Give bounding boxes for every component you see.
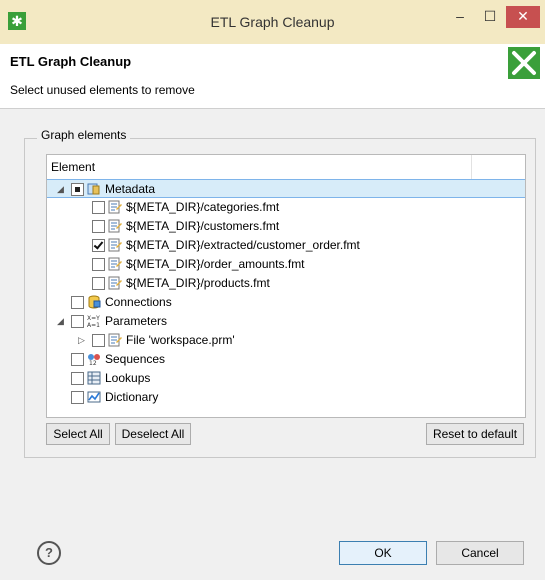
fmt-file-icon [108,276,122,290]
tree-row-metadata[interactable]: ◢ Metadata [47,179,525,198]
tree-label: Sequences [105,352,166,366]
svg-text:A=1: A=1 [87,322,100,328]
select-all-button[interactable]: Select All [46,423,110,445]
minimize-button[interactable]: – [446,6,474,28]
cloverdx-logo [508,47,540,79]
reset-to-default-button[interactable]: Reset to default [426,423,524,445]
file-checkbox[interactable] [92,239,105,252]
tree-label: Lookups [105,371,151,385]
file-checkbox[interactable] [92,277,105,290]
fmt-file-icon [108,257,122,271]
tree-label: ${META_DIR}/customers.fmt [126,219,280,233]
tree-label: ${META_DIR}/extracted/customer_order.fmt [126,238,360,252]
tree-row-lookups[interactable]: Lookups [47,369,525,388]
connections-checkbox[interactable] [71,296,84,309]
collapse-arrow-icon[interactable]: ◢ [57,316,67,326]
tree-label: Metadata [105,182,156,196]
svg-text:12: 12 [89,360,97,366]
fmt-file-icon [108,200,122,214]
parameters-checkbox[interactable] [71,315,84,328]
tree-row-sequences[interactable]: 12 Sequences [47,350,525,369]
file-checkbox[interactable] [92,220,105,233]
prm-file-icon [108,333,122,347]
dialog-subtitle: Select unused elements to remove [10,83,195,97]
file-checkbox[interactable] [92,334,105,347]
tree-row-metadata-file[interactable]: ${META_DIR}/order_amounts.fmt [47,255,525,274]
tree-row-metadata-file[interactable]: ${META_DIR}/extracted/customer_order.fmt [47,236,525,255]
tree-label: Dictionary [105,390,159,404]
tree-row-metadata-file[interactable]: ${META_DIR}/products.fmt [47,274,525,293]
sequences-icon: 12 [88,354,100,366]
column-header[interactable]: Element [47,155,525,180]
collapse-arrow-icon[interactable]: ◢ [57,184,67,194]
fmt-file-icon [108,219,122,233]
tree-row-parameters[interactable]: ◢ X=Y A=1 Parameters [47,312,525,331]
title-bar: ✱ ETL Graph Cleanup – ☐ ✕ [0,0,545,45]
tree-row-connections[interactable]: Connections [47,293,525,312]
tree-row-dictionary[interactable]: Dictionary [47,388,525,407]
metadata-icon [87,183,100,195]
dictionary-icon [87,391,101,403]
svg-text:X=Y: X=Y [87,315,100,322]
tree-label: ${META_DIR}/products.fmt [126,276,270,290]
ok-button[interactable]: OK [339,541,427,565]
dialog-header: ETL Graph Cleanup Select unused elements… [0,44,545,109]
tree-row-metadata-file[interactable]: ${META_DIR}/customers.fmt [47,217,525,236]
sequences-checkbox[interactable] [71,353,84,366]
group-label: Graph elements [37,128,131,142]
lookup-table-icon [87,371,101,385]
cancel-button[interactable]: Cancel [436,541,524,565]
tree-row-metadata-file[interactable]: ${META_DIR}/categories.fmt [47,198,525,217]
help-icon[interactable]: ? [37,541,61,565]
element-tree[interactable]: Element ◢ Metadata ${META_DIR}/categorie… [46,154,526,418]
file-checkbox[interactable] [92,201,105,214]
deselect-all-button[interactable]: Deselect All [115,423,191,445]
tree-label: ${META_DIR}/categories.fmt [126,200,280,214]
column-header-label: Element [51,160,96,174]
maximize-button[interactable]: ☐ [476,6,504,28]
database-icon [88,295,101,309]
tree-label: ${META_DIR}/order_amounts.fmt [126,257,305,271]
tree-row-parameter-file[interactable]: ▷ File 'workspace.prm' [47,331,525,350]
tree-label: Connections [105,295,172,309]
tree-label: File 'workspace.prm' [126,333,235,347]
parameters-icon: X=Y A=1 [87,315,100,328]
dialog-title: ETL Graph Cleanup [10,54,132,69]
file-checkbox[interactable] [92,258,105,271]
close-button[interactable]: ✕ [506,6,540,28]
lookups-checkbox[interactable] [71,372,84,385]
dictionary-checkbox[interactable] [71,391,84,404]
column-separator [471,155,472,179]
metadata-checkbox[interactable] [71,183,84,196]
tree-label: Parameters [105,314,168,328]
expand-arrow-icon[interactable]: ▷ [78,335,88,345]
fmt-file-icon [108,238,122,252]
